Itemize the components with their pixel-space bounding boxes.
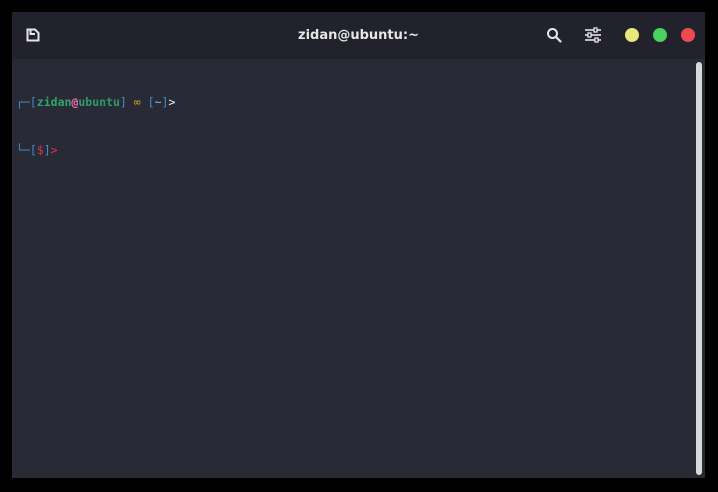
prompt-user: zidan <box>36 95 72 109</box>
preferences-button[interactable] <box>582 24 604 46</box>
prompt-infinity: ∞ <box>126 95 148 109</box>
prompt-line-1: ┌─[zidan@ubuntu] ∞ [~]> <box>16 94 692 110</box>
new-tab-icon <box>26 28 40 42</box>
prompt-corner-bottom: └─ <box>16 143 30 157</box>
prompt-arrow-2: > <box>50 143 58 157</box>
terminal-window: zidan@ubuntu:~ ┌─[zidan@ubuntu] ∞ [~]> └… <box>12 12 705 478</box>
sliders-icon <box>585 27 601 43</box>
search-button[interactable] <box>543 24 565 46</box>
search-icon <box>547 28 562 43</box>
prompt-user-bracket-close: ] <box>119 95 127 109</box>
terminal-output[interactable]: ┌─[zidan@ubuntu] ∞ [~]> └─[$]> <box>12 59 692 478</box>
prompt-corner-top: ┌─ <box>16 95 30 109</box>
scrollbar[interactable] <box>696 62 702 475</box>
prompt-dollar: $ <box>36 143 44 157</box>
maximize-button[interactable] <box>653 28 667 42</box>
prompt-user-bracket-open: [ <box>29 95 37 109</box>
prompt-host: ubuntu <box>78 95 120 109</box>
close-button[interactable] <box>681 28 695 42</box>
prompt-line-2: └─[$]> <box>16 142 692 158</box>
prompt-cwd: ~ <box>154 95 162 109</box>
prompt-arrow: > <box>168 95 176 109</box>
prompt-dir-bracket-open: [ <box>147 95 155 109</box>
scrollbar-thumb[interactable] <box>696 62 702 475</box>
minimize-button[interactable] <box>625 28 639 42</box>
prompt-dollar-bracket-close: ] <box>43 143 51 157</box>
title-bar: zidan@ubuntu:~ <box>12 12 705 59</box>
prompt-dollar-bracket-open: [ <box>29 143 37 157</box>
new-tab-button[interactable] <box>22 24 44 46</box>
